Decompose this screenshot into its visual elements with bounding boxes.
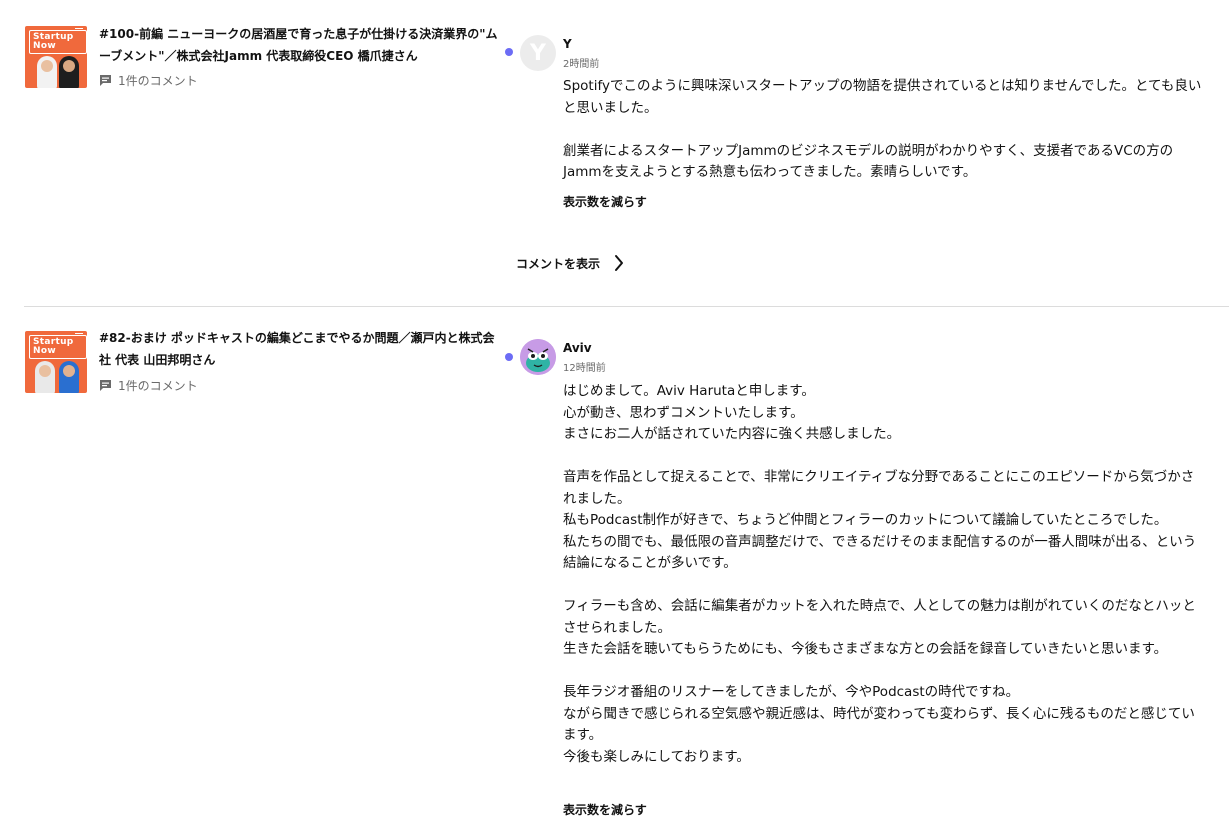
comment-count-label: 1件のコメント xyxy=(118,378,198,393)
comment-timestamp: 2時間前 xyxy=(563,59,600,70)
episode-thumbnail[interactable]: Startup Now xyxy=(25,331,87,393)
comment-bubble-icon xyxy=(99,74,112,86)
episode-title[interactable]: #82-おまけ ポッドキャストの編集どこまでやるか問題／瀬戸内と株式会社 代表 … xyxy=(99,327,499,371)
chevron-right-icon xyxy=(615,255,624,271)
avatar-letter: Y xyxy=(530,40,546,66)
comment-paragraph: 私たちの間でも、最低限の音声調整だけで、できるだけそのまま配信するのが一番人間味… xyxy=(563,533,1197,572)
show-logo-badge: Startup Now xyxy=(29,30,87,54)
comment-paragraph: はじめまして。Aviv Harutaと申します。 xyxy=(563,383,815,399)
comment-author[interactable]: Y xyxy=(563,37,572,51)
comment-paragraph: Spotifyでこのように興味深いスタートアップの物語を提供されているとは知りま… xyxy=(563,78,1202,116)
episode-comment-count[interactable]: 1件のコメント xyxy=(99,71,198,89)
episode-thumbnail[interactable]: Startup Now xyxy=(25,26,87,88)
comment-paragraph: 音声を作品として捉えることで、非常にクリエイティブな分野であることにこのエピソー… xyxy=(563,469,1195,507)
comment-body: はじめまして。Aviv Harutaと申します。 心が動き、思わずコメントいたし… xyxy=(563,381,1203,768)
show-logo-badge: Startup Now xyxy=(29,335,87,359)
entry-divider xyxy=(24,306,1229,307)
host-head-left xyxy=(39,365,51,377)
show-less-button[interactable]: 表示数を減らす xyxy=(563,193,647,210)
comment-paragraph: 今後も楽しみにしております。 xyxy=(563,748,750,765)
avatar[interactable] xyxy=(520,339,556,375)
episode-comment-count[interactable]: 1件のコメント xyxy=(99,376,198,394)
comment-count-label: 1件のコメント xyxy=(118,73,198,88)
comment-paragraph: 生きた会話を聴いてもらうためにも、今後もさまざまな方との会話を録音していきたいと… xyxy=(563,641,1168,657)
host-head-right xyxy=(63,60,75,72)
comment-timestamp: 12時間前 xyxy=(563,363,606,374)
host-head-left xyxy=(41,60,53,72)
comment-paragraph: フィラーも含め、会話に編集者がカットを入れた時点で、人としての魅力は削がれていく… xyxy=(563,598,1196,636)
comment-author[interactable]: Aviv xyxy=(563,341,592,355)
comment-paragraph: ながら聞きで感じられる空気感や親近感は、時代が変わっても変わらず、長く心に残るも… xyxy=(563,705,1195,744)
avatar-illustration xyxy=(520,339,556,375)
comment-body: Spotifyでこのように興味深いスタートアップの物語を提供されているとは知りま… xyxy=(563,76,1203,184)
episode-title[interactable]: #100-前編 ニューヨークの居酒屋で育った息子が仕掛ける決済業界の"ムーブメン… xyxy=(99,23,499,67)
comment-paragraph: 創業者によるスタートアップJammのビジネスモデルの説明がわかりやすく、支援者で… xyxy=(563,142,1174,181)
unread-indicator-dot xyxy=(505,353,513,361)
comment-paragraph: 心が動き、思わずコメントいたします。 xyxy=(563,404,804,421)
unread-indicator-dot xyxy=(505,48,513,56)
show-comments-label: コメントを表示 xyxy=(516,256,601,271)
avatar[interactable]: Y xyxy=(520,35,556,71)
host-head-right xyxy=(63,365,75,377)
comment-paragraph: まさにお二人が話されていた内容に強く共感しました。 xyxy=(563,426,901,442)
comment-paragraph: 長年ラジオ番組のリスナーをしてきましたが、今やPodcastの時代ですね。 xyxy=(563,684,1020,700)
comment-bubble-icon xyxy=(99,379,112,391)
show-less-button[interactable]: 表示数を減らす xyxy=(563,801,647,818)
comment-paragraph: 私もPodcast制作が好きで、ちょうど仲間とフィラーのカットについて議論してい… xyxy=(563,512,1168,528)
show-comments-button[interactable]: コメントを表示 xyxy=(516,252,624,274)
